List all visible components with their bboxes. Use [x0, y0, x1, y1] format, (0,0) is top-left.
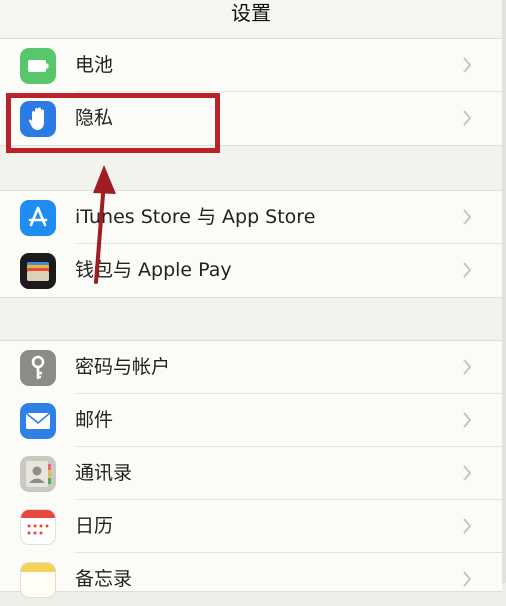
page-edge — [502, 0, 506, 583]
settings-screen: 设置 电池 隐私 iTunes Store 与 App Store 钱包与 Ap… — [0, 0, 502, 598]
annotation-arrow-icon — [93, 165, 116, 284]
